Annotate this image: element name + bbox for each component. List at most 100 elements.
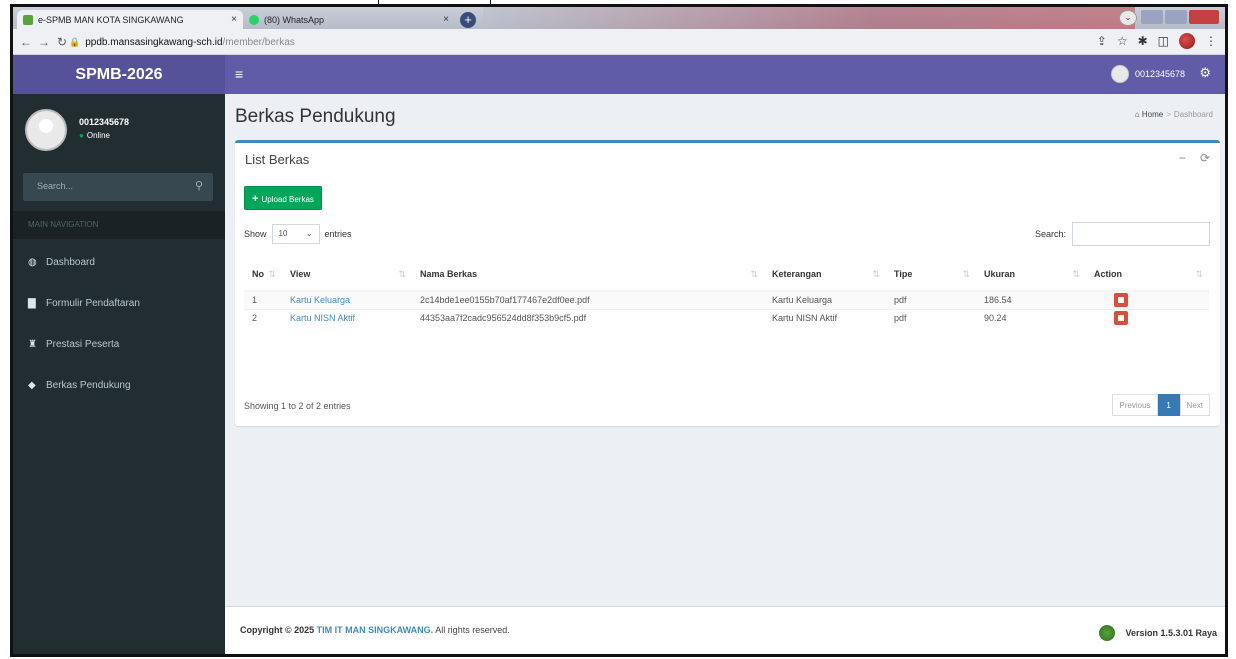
box-tools: − ⟳ [1179,151,1210,165]
column-label: Action [1094,268,1122,279]
trophy-icon: ♜ [28,339,37,350]
sidebar-item-formulir[interactable]: ▇ Formulir Pendaftaran [13,283,225,324]
breadcrumb: ⌂ Home > Dashboard [1134,110,1213,119]
url-field[interactable]: 🔒 ppdb.mansasingkawang-sch.id /member/be… [69,33,1115,51]
delete-button[interactable] [1114,311,1128,326]
status-label: Online [86,131,110,140]
forward-icon[interactable]: → [35,35,53,49]
browser-profile-icon[interactable]: ⌄ [1119,10,1137,26]
bookmark-star-icon[interactable]: ☆ [1117,34,1128,48]
sidebar-section-header: MAIN NAVIGATION [13,211,225,239]
table-row: 1 Kartu Keluarga 2c14bde1ee0155b70af1774… [244,290,1209,309]
footer: Copyright © 2025 TIM IT MAN SINGKAWANG. … [225,606,1225,654]
entries-label: entries [324,229,352,239]
collapse-icon[interactable]: − [1179,151,1186,165]
cell-nama-berkas: 2c14bde1ee0155b70af177467e2df0ee.pdf [412,290,764,309]
cell-ukuran: 186.54 [976,290,1086,309]
sidebar-toggle-icon[interactable]: ≡ [235,55,243,94]
browser-tab-spmb[interactable]: e-SPMB MAN KOTA SINGKAWANG × [17,10,243,29]
copyright-org-link[interactable]: TIM IT MAN SINGKAWANG. [317,625,434,635]
column-label: Nama Berkas [420,268,478,279]
sort-icon: ⇅ [1195,269,1203,279]
column-label: No [252,268,264,279]
search-icon[interactable]: ⚲ [195,179,203,192]
sort-icon: ⇅ [1072,269,1080,279]
column-label: View [290,268,311,279]
sidebar-item-dashboard[interactable]: ◍ Dashboard [13,242,225,283]
sidebar-avatar-icon [25,109,67,151]
column-header-no[interactable]: No ⇅ [244,257,282,292]
version-info: Version 1.5.3.01 Raya [1099,625,1217,641]
browser-menu-icon[interactable]: ⋮ [1205,34,1217,48]
cell-no: 1 [244,290,282,309]
version-label: Version 1.5.3.01 Raya [1125,628,1217,638]
column-label: Tipe [894,268,913,279]
extensions-icon[interactable]: ✱ [1138,34,1148,48]
user-panel: 0012345678 ● Online [13,94,225,164]
sidebar-item-label: Berkas Pendukung [46,380,131,391]
section-header-label: MAIN NAVIGATION [28,220,99,229]
search-placeholder: Search... [37,181,74,191]
titlebar-background [483,7,1135,29]
view-file-link[interactable]: Kartu NISN Aktif [290,313,355,323]
browser-tab-whatsapp[interactable]: (80) WhatsApp × [243,10,455,29]
pagination-next-button[interactable]: Next [1179,394,1210,416]
gears-icon[interactable]: ⚙ [1199,65,1211,81]
sort-icon: ⇅ [268,269,276,279]
upload-berkas-button[interactable]: + Upload Berkas [244,186,322,210]
sidebar-item-prestasi[interactable]: ♜ Prestasi Peserta [13,324,225,365]
tab-title: e-SPMB MAN KOTA SINGKAWANG [38,14,184,25]
sidebar-item-label: Prestasi Peserta [46,339,120,350]
window-close-icon[interactable] [1189,10,1219,24]
pagination-previous-button[interactable]: Previous [1112,394,1158,416]
share-icon[interactable]: ⇪ [1097,34,1107,48]
sidebar: 0012345678 ● Online Search... ⚲ MAIN NAVI… [13,94,225,654]
maximize-icon[interactable] [1165,10,1187,24]
table-info: Showing 1 to 2 of 2 entries [244,401,351,411]
home-icon: ⌂ [1134,110,1140,119]
new-tab-icon[interactable]: + [460,12,476,28]
column-header-view[interactable]: View ⇅ [282,257,412,292]
minimize-icon[interactable] [1141,10,1163,24]
delete-button[interactable] [1114,293,1128,308]
column-header-ukuran[interactable]: Ukuran ⇅ [976,257,1086,292]
refresh-icon[interactable]: ⟳ [1200,151,1210,165]
sidebar-item-berkas[interactable]: ◆ Berkas Pendukung [13,365,225,406]
column-header-keterangan[interactable]: Keterangan ⇅ [764,257,886,292]
table-search-input[interactable] [1072,222,1210,246]
breadcrumb-home-label: Home [1141,110,1164,119]
column-header-action[interactable]: Action ⇅ [1086,257,1209,292]
column-label: Keterangan [772,268,822,279]
user-status: ● Online [79,131,110,140]
sidebar-search-input[interactable]: Search... ⚲ [23,173,213,201]
page-title: Berkas Pendukung [235,106,396,127]
berkas-box: List Berkas − ⟳ + Upload Berkas Show 10 ⌄ … [235,140,1220,426]
sidepanel-icon[interactable]: ◫ [1158,34,1169,48]
site-favicon-icon [23,14,33,25]
entries-select[interactable]: 10 ⌄ [271,224,320,244]
breadcrumb-home[interactable]: ⌂ Home [1135,110,1163,119]
close-tab-icon[interactable]: × [443,14,449,25]
column-header-tipe[interactable]: Tipe ⇅ [886,257,976,292]
browser-tabbar: e-SPMB MAN KOTA SINGKAWANG × (80) WhatsA… [13,7,1225,29]
cell-nama-berkas: 44353aa7f2cadc956524dd8f353b9cf5.pdf [412,308,764,327]
view-file-link[interactable]: Kartu Keluarga [290,295,350,305]
column-header-nama-berkas[interactable]: Nama Berkas ⇅ [412,257,764,292]
sort-icon: ⇅ [750,269,758,279]
lock-icon: 🔒 [69,36,81,47]
header-username: 0012345678 [1134,69,1185,79]
close-tab-icon[interactable]: × [231,14,237,25]
user-menu[interactable]: 0012345678 [1110,65,1185,83]
pagination-page-1[interactable]: 1 [1157,394,1180,416]
sidebar-item-label: Dashboard [46,257,95,268]
profile-avatar-icon[interactable] [1179,33,1195,49]
sort-icon: ⇅ [962,269,970,279]
pagination: Previous 1 Next [1112,394,1210,416]
back-icon[interactable]: ← [17,35,35,49]
sidebar-item-label: Formulir Pendaftaran [46,298,140,309]
entries-length: Show 10 ⌄ entries [244,224,352,244]
brand-logo[interactable]: SPMB-2026 [13,55,225,94]
cell-keterangan: Kartu Keluarga [764,290,886,309]
search-label: Search: [1034,229,1066,239]
sort-icon: ⇅ [398,269,406,279]
